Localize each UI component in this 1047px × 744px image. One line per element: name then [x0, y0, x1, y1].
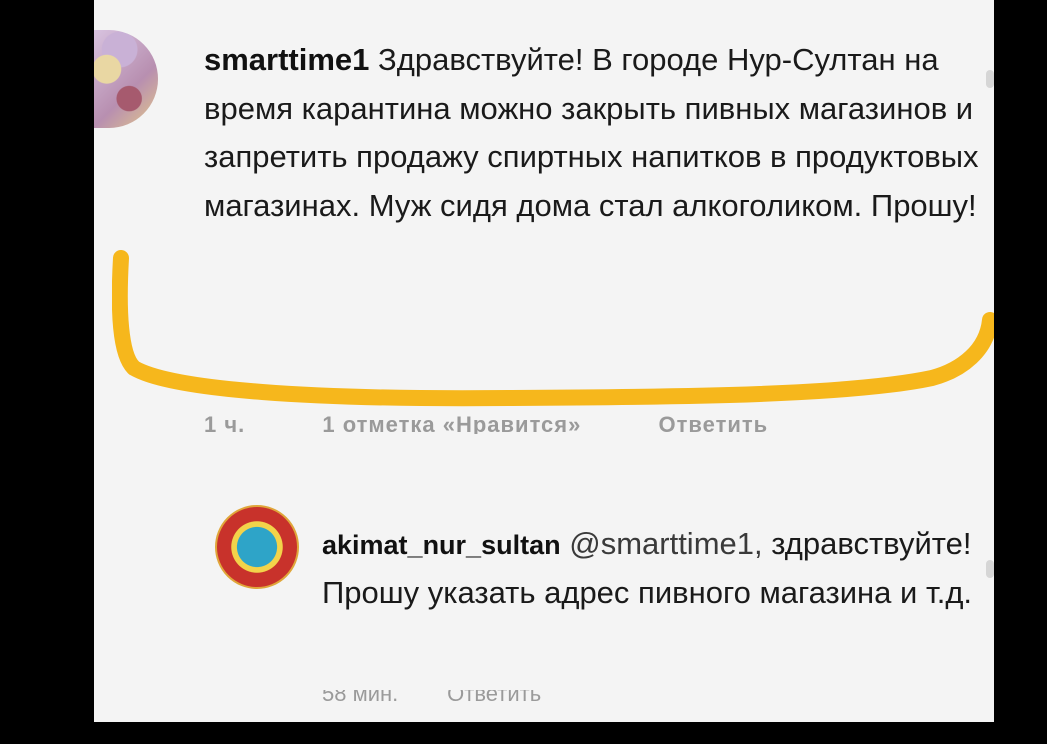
highlight-underline-marker [112, 250, 994, 407]
comment-likes-link[interactable]: 1 отметка «Нравится» [322, 412, 581, 434]
reply-time: 58 мин. [322, 690, 399, 704]
comment-meta: 1 ч. 1 отметка «Нравится» Ответить [204, 412, 984, 434]
reply-body: akimat_nur_sultan @smarttime1, здравству… [322, 520, 982, 617]
reply-reply-link[interactable]: Ответить [447, 690, 541, 704]
reply-mention[interactable]: @smarttime1, [569, 526, 762, 561]
reply-username[interactable]: akimat_nur_sultan [322, 530, 561, 560]
comments-screen: smarttime1 Здравствуйте! В городе Нур-Су… [94, 0, 994, 722]
reply-like-heart-icon[interactable] [986, 560, 994, 578]
akimat-emblem-avatar-icon[interactable] [215, 505, 299, 589]
comment-time: 1 ч. [204, 412, 246, 434]
user-avatar-icon[interactable] [94, 30, 158, 128]
comment-body: smarttime1 Здравствуйте! В городе Нур-Су… [204, 36, 984, 230]
comment-like-heart-icon[interactable] [986, 70, 994, 88]
comment-username[interactable]: smarttime1 [204, 42, 369, 77]
reply-meta: 58 мин. Ответить [322, 690, 922, 704]
comment-reply-link[interactable]: Ответить [659, 412, 769, 434]
